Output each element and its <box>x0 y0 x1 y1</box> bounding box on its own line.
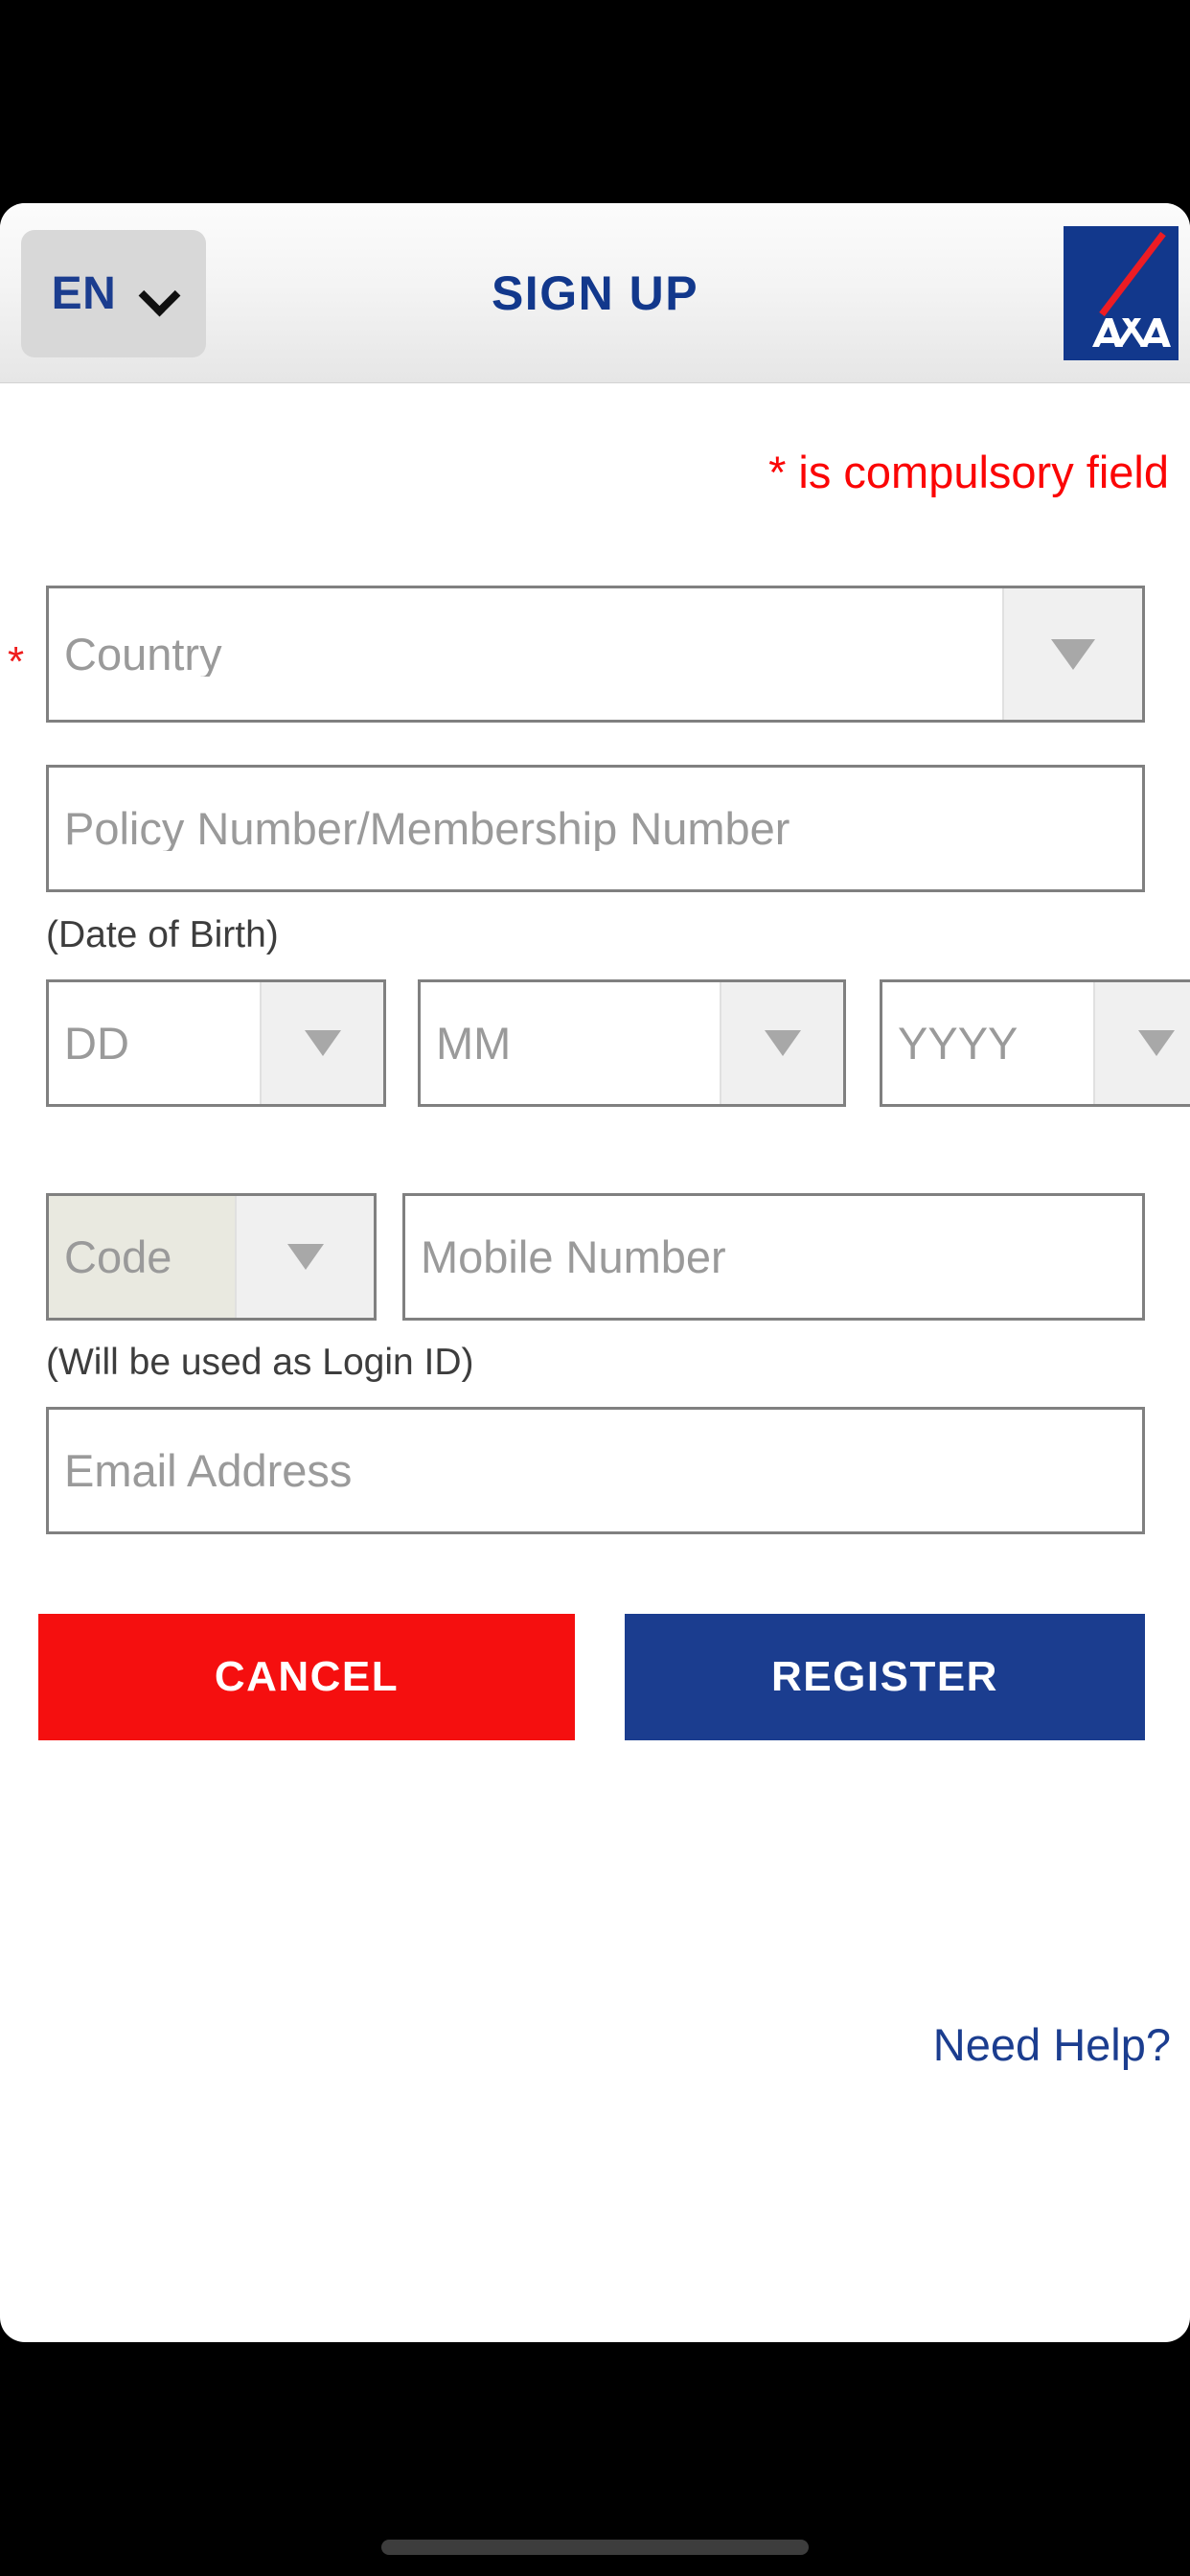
dob-year-placeholder: YYYY <box>898 1021 1018 1066</box>
axa-logo <box>1064 226 1179 360</box>
triangle-down-icon <box>286 1244 324 1270</box>
compulsory-field-note: * is compulsory field <box>768 447 1169 497</box>
language-selector[interactable]: EN <box>21 230 206 357</box>
email-input[interactable]: Email Address <box>46 1407 1145 1534</box>
dob-month-select-arrow[interactable] <box>720 982 843 1104</box>
login-id-hint-label: (Will be used as Login ID) <box>46 1342 474 1383</box>
policy-number-field-row: Policy Number/Membership Number <box>0 765 1190 892</box>
policy-number-placeholder: Policy Number/Membership Number <box>64 806 790 851</box>
email-placeholder: Email Address <box>64 1448 353 1493</box>
mobile-code-select[interactable]: Code <box>46 1193 377 1321</box>
date-of-birth-row: DD MM YYYY <box>0 979 1190 1107</box>
need-help-link[interactable]: Need Help? <box>933 2022 1171 2067</box>
country-select[interactable]: Country <box>46 586 1145 723</box>
language-selector-label: EN <box>51 267 117 319</box>
app-window: SIGN UP EN * is compulsory field * Count… <box>0 203 1190 2342</box>
date-of-birth-label: (Date of Birth) <box>46 914 279 955</box>
register-button-label: REGISTER <box>771 1653 998 1700</box>
policy-number-input[interactable]: Policy Number/Membership Number <box>46 765 1145 892</box>
cancel-button-label: CANCEL <box>214 1653 400 1700</box>
mobile-number-input[interactable]: Mobile Number <box>402 1193 1145 1321</box>
app-header: SIGN UP EN <box>0 203 1190 383</box>
cancel-button[interactable]: CANCEL <box>38 1614 575 1740</box>
country-select-arrow[interactable] <box>1002 588 1142 720</box>
required-asterisk: * <box>8 638 25 685</box>
mobile-code-select-arrow[interactable] <box>235 1196 374 1318</box>
mobile-row: Code Mobile Number <box>0 1193 1190 1321</box>
dob-year-select[interactable]: YYYY <box>880 979 1190 1107</box>
device-frame: SIGN UP EN * is compulsory field * Count… <box>0 0 1190 2576</box>
dob-month-select[interactable]: MM <box>418 979 846 1107</box>
triangle-down-icon <box>1051 638 1095 670</box>
dob-day-placeholder: DD <box>64 1021 129 1066</box>
register-button[interactable]: REGISTER <box>625 1614 1145 1740</box>
triangle-down-icon <box>764 1030 801 1056</box>
email-field-row: Email Address <box>0 1407 1190 1534</box>
dob-month-placeholder: MM <box>436 1021 512 1066</box>
triangle-down-icon <box>1137 1030 1175 1056</box>
dob-year-select-arrow[interactable] <box>1093 982 1190 1104</box>
country-select-placeholder: Country <box>64 632 222 677</box>
mobile-code-placeholder: Code <box>49 1196 235 1318</box>
triangle-down-icon <box>304 1030 341 1056</box>
mobile-number-placeholder: Mobile Number <box>421 1234 726 1279</box>
home-indicator[interactable] <box>381 2540 809 2555</box>
dob-day-select-arrow[interactable] <box>260 982 383 1104</box>
dob-day-select[interactable]: DD <box>46 979 386 1107</box>
chevron-down-icon <box>141 277 175 311</box>
country-field-row: * Country <box>0 586 1190 723</box>
